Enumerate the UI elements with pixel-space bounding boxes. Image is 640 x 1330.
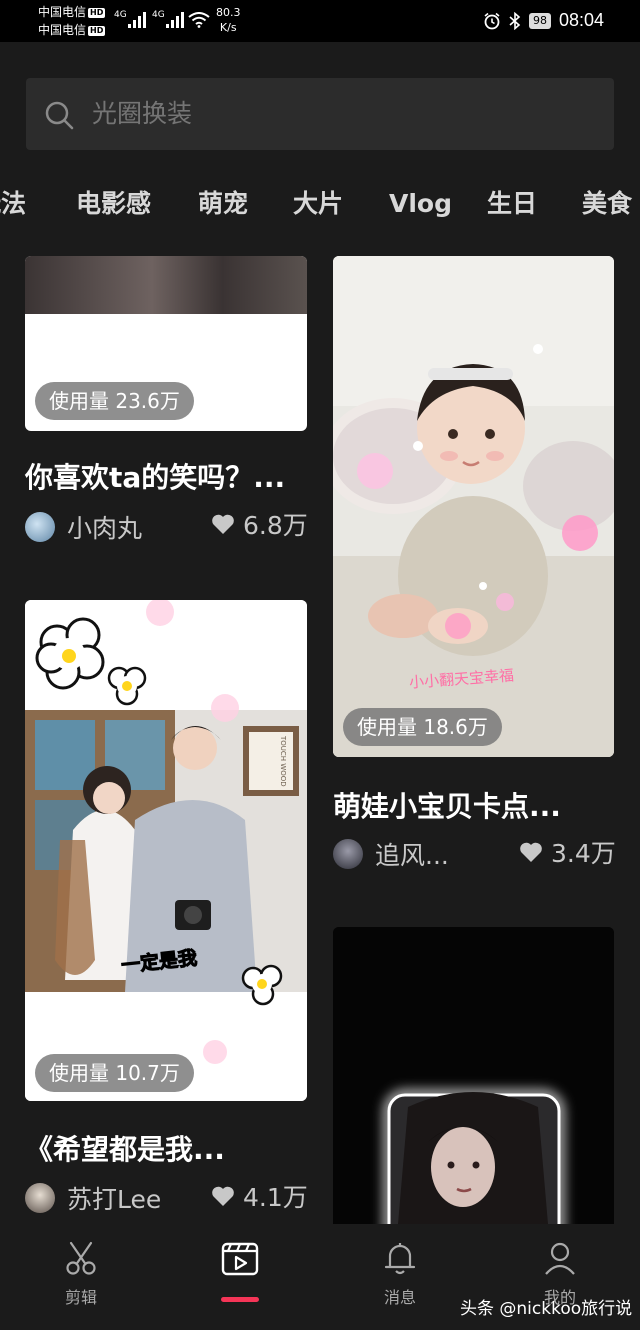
tab-dapian[interactable]: 大片: [293, 182, 343, 226]
signal-icon-2: [166, 12, 184, 28]
card-4-thumbnail: [333, 927, 614, 1224]
card-1-thumbnail: [25, 256, 307, 314]
frame-text: TOUCH WOOD: [279, 736, 287, 787]
avatar: [25, 512, 55, 542]
search-icon: [45, 101, 74, 130]
template-card-1[interactable]: 使用量 23.6万: [25, 256, 307, 431]
card-1-likes[interactable]: 6.8万: [211, 506, 308, 542]
template-card-3[interactable]: 一定是我 TOUCH WOOD 使用量 10.7万: [25, 600, 307, 1101]
avatar: [333, 839, 363, 869]
alarm-icon: [484, 12, 500, 29]
card-3-thumbnail: [25, 600, 307, 1101]
signal-icon: [128, 12, 146, 28]
bell-icon: [384, 1243, 416, 1275]
watermark: 头条 @nickkoo旅行说: [460, 1299, 633, 1319]
tab-shengri[interactable]: 生日: [487, 182, 537, 226]
avatar: [25, 1183, 55, 1213]
card-1-author[interactable]: 小肉丸: [25, 509, 142, 545]
active-tab-indicator: [221, 1297, 259, 1302]
network-speed: 80.3 K/s: [216, 6, 241, 34]
tab-vlog[interactable]: Vlog: [389, 182, 452, 226]
heart-icon: [212, 514, 234, 534]
battery-icon: 98: [528, 12, 551, 29]
heart-icon: [212, 1186, 234, 1206]
tab-wanfa[interactable]: 玩法: [0, 182, 26, 226]
card-2-likes[interactable]: 3.4万: [519, 834, 616, 870]
wifi-icon: [188, 12, 210, 28]
status-bar: 中国电信 HD 中国电信 HD 4G 4G 80.3 K/s 98 08:04: [0, 0, 640, 42]
heart-icon: [520, 842, 542, 862]
card-2-title[interactable]: 萌娃小宝贝卡点...: [333, 785, 561, 825]
scissors-icon: [66, 1241, 96, 1275]
tab-meishi[interactable]: 美食: [582, 182, 632, 226]
card-2-author[interactable]: 追风...: [333, 836, 449, 872]
nav-messages[interactable]: 消息: [350, 1240, 450, 1308]
category-tabs: 玩法 电影感 萌宠 大片 Vlog 生日 美食: [0, 182, 640, 230]
card-3-author[interactable]: 苏打Lee: [25, 1180, 161, 1216]
nav-edit[interactable]: 剪辑: [31, 1240, 131, 1308]
bluetooth-icon: [509, 11, 521, 30]
nav-templates[interactable]: [190, 1240, 290, 1282]
template-card-4[interactable]: [333, 927, 614, 1224]
network-type-1: 4G: [114, 10, 127, 20]
carrier-2: 中国电信 HD: [38, 23, 106, 37]
tab-dianyinggan[interactable]: 电影感: [76, 182, 151, 226]
card-3-title[interactable]: 《希望都是我...: [25, 1128, 225, 1168]
carrier-1: 中国电信 HD: [38, 5, 106, 19]
template-play-icon: [221, 1242, 259, 1276]
card-1-title[interactable]: 你喜欢ta的笑吗？...: [25, 456, 285, 496]
card-3-likes[interactable]: 4.1万: [211, 1178, 308, 1214]
clock: 08:04: [558, 10, 604, 30]
search-input[interactable]: [92, 78, 572, 150]
usage-badge: 使用量 18.6万: [343, 708, 502, 746]
person-icon: [545, 1242, 575, 1275]
network-type-2: 4G: [152, 10, 165, 20]
template-card-2[interactable]: 小小翻天宝幸福 使用量 18.6万: [333, 256, 614, 757]
usage-badge: 使用量 10.7万: [35, 1054, 194, 1092]
search-bar[interactable]: [26, 78, 614, 150]
tab-mengchong[interactable]: 萌宠: [198, 182, 248, 226]
usage-badge: 使用量 23.6万: [35, 382, 194, 420]
